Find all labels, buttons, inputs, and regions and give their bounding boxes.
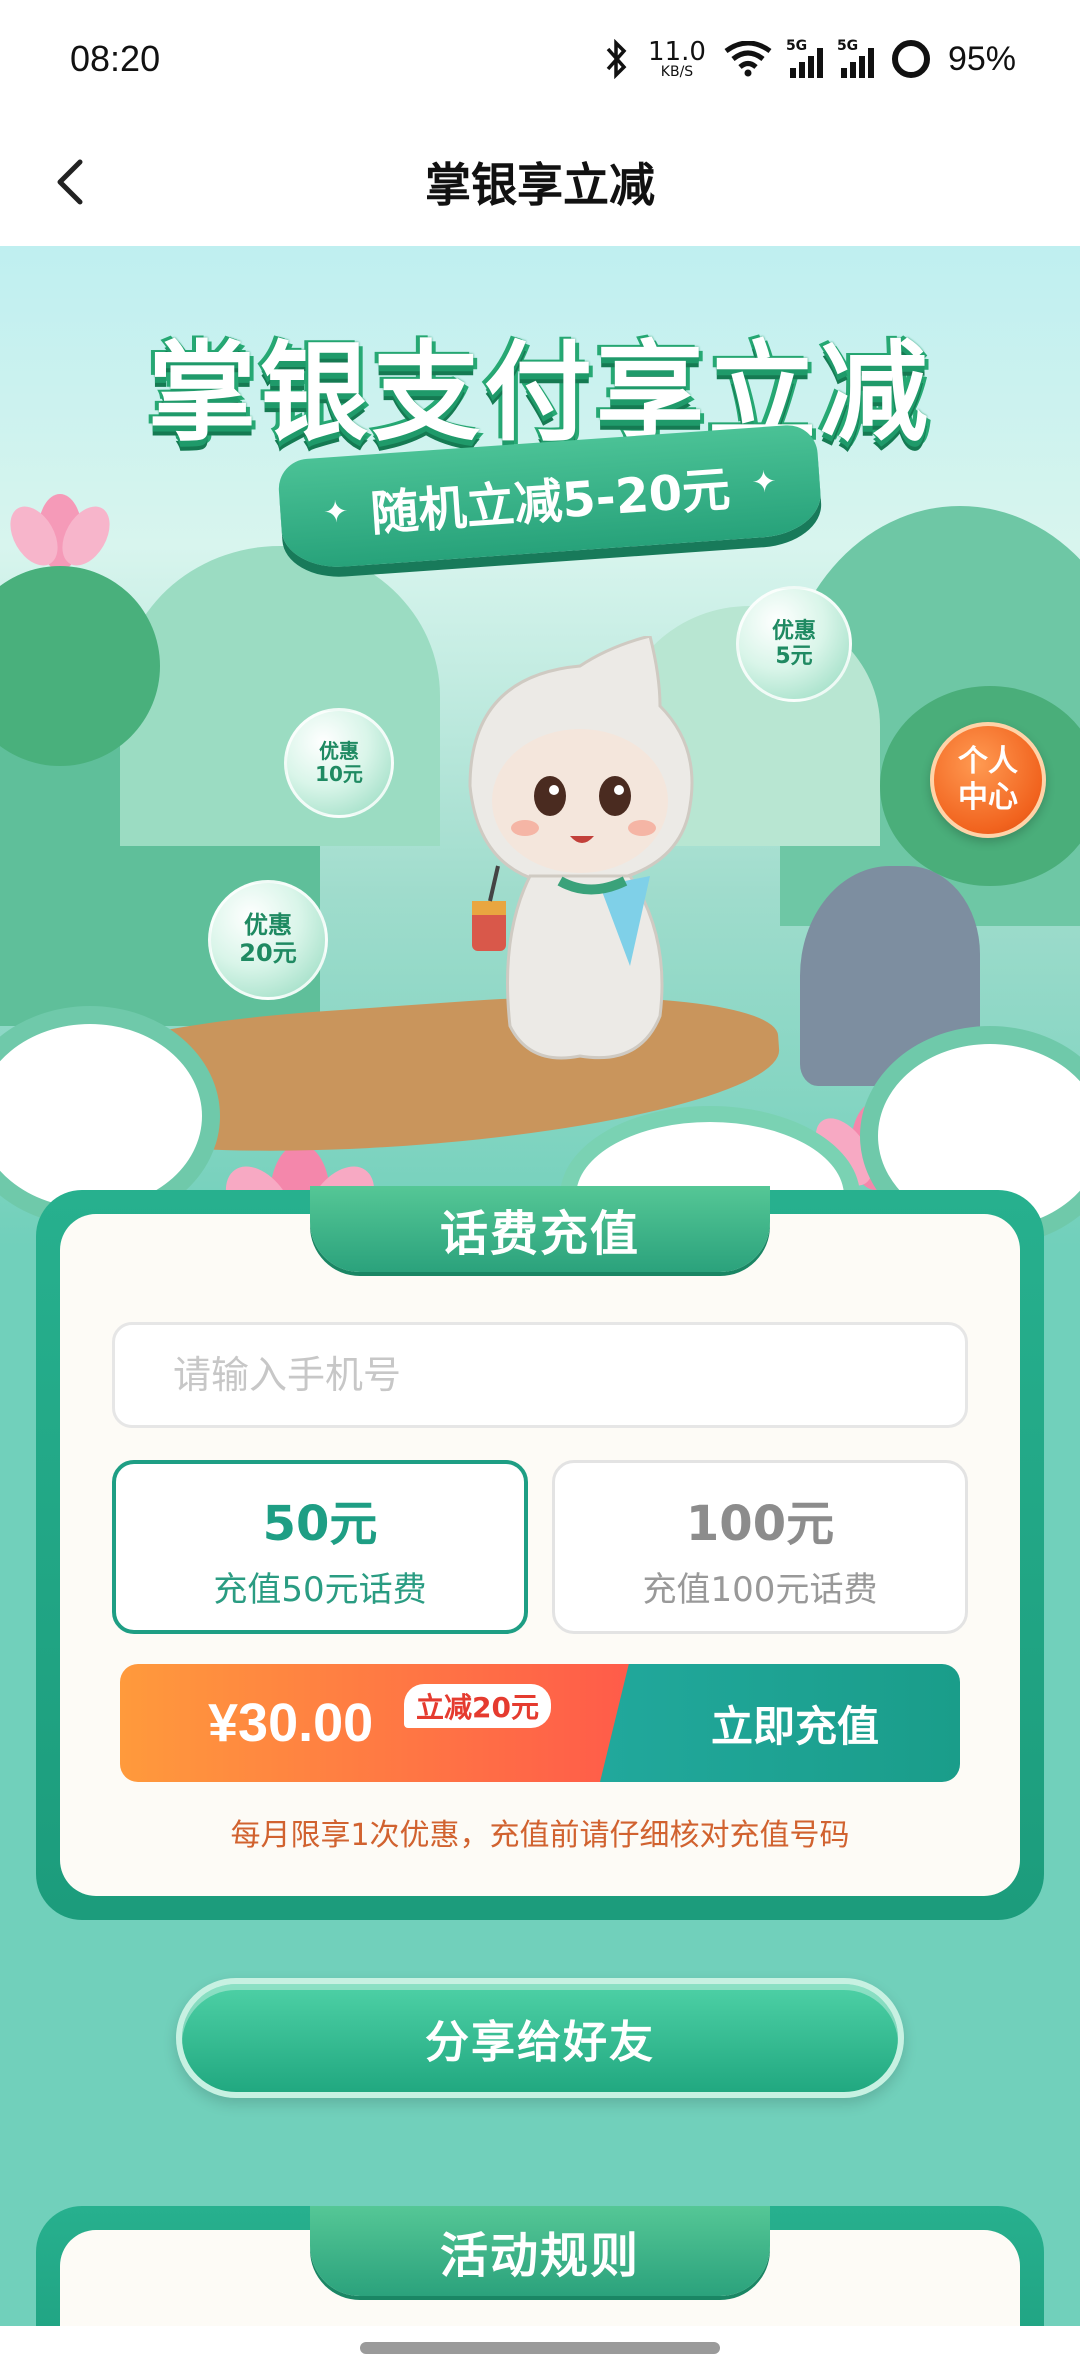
status-icons: 11.0 KB/S 5G 5G 95%	[604, 38, 1016, 79]
personal-center-label: 中心	[958, 780, 1018, 815]
hero-banner: 掌银支付享立减 ✦ 随机立减5-20元 ✦ 优惠 5元 优惠 10元 优惠 20…	[0, 246, 1080, 1246]
recharge-now-button[interactable]: 立即充值	[600, 1664, 960, 1782]
bubble-value: 5元	[775, 644, 813, 669]
personal-center-button[interactable]: 个人 中心	[930, 722, 1046, 838]
sparkle-icon: ✦	[322, 493, 350, 531]
bubble-label: 优惠	[244, 911, 292, 940]
recharge-notice: 每月限享1次优惠，充值前请仔细核对充值号码	[230, 1818, 850, 1853]
coupon-bubble-10: 优惠 10元	[284, 708, 394, 818]
signal-icon-sim2: 5G	[837, 38, 874, 78]
network-speed: 11.0 KB/S	[648, 39, 706, 79]
option-amount: 50元	[262, 1495, 378, 1552]
coupon-bubble-5: 优惠 5元	[736, 586, 852, 702]
hero-title: 掌银支付享立减	[147, 332, 932, 453]
recharge-section-title: 话费充值	[310, 1186, 770, 1272]
price-area: ¥30.00 立减20元	[120, 1664, 640, 1782]
signal-tag: 5G	[836, 38, 859, 54]
signal-tag: 5G	[785, 38, 808, 54]
back-arrow-icon[interactable]	[46, 156, 98, 208]
battery-icon	[891, 40, 930, 78]
option-amount: 100元	[685, 1495, 835, 1552]
status-bar: 08:20 11.0 KB/S 5G 5G 95%	[0, 0, 1080, 118]
lotus-flower-icon	[10, 494, 110, 570]
signal-icon-sim1: 5G	[786, 38, 823, 78]
network-speed-value: 11.0	[648, 37, 706, 67]
bubble-value: 20元	[239, 939, 297, 967]
network-speed-unit: KB/S	[660, 64, 694, 80]
recharge-option-50[interactable]: 50元 充值50元话费	[112, 1460, 528, 1634]
recharge-option-100[interactable]: 100元 充值100元话费	[552, 1460, 968, 1634]
option-description: 充值100元话费	[642, 1569, 878, 1610]
home-indicator[interactable]	[360, 2342, 720, 2354]
option-description: 充值50元话费	[213, 1569, 427, 1610]
rules-section-title: 活动规则	[310, 2206, 770, 2296]
page-title: 掌银享立减	[425, 158, 655, 212]
mountain-decoration	[120, 546, 440, 846]
bubble-label: 优惠	[319, 739, 359, 763]
ribbon-text: 随机立减5-20元	[368, 461, 732, 543]
bluetooth-icon	[606, 39, 627, 79]
coupon-bubble-20: 优惠 20元	[208, 880, 328, 1000]
phone-number-input[interactable]	[112, 1322, 968, 1428]
battery-percent: 95%	[947, 39, 1016, 78]
discount-badge: 立减20元	[404, 1684, 551, 1728]
bubble-value: 10元	[315, 762, 363, 786]
personal-center-label: 个人	[958, 744, 1018, 779]
bubble-label: 优惠	[771, 618, 816, 644]
share-to-friends-button[interactable]: 分享给好友	[176, 1978, 904, 2098]
wifi-icon	[724, 41, 772, 77]
nav-bar: 掌银享立减	[0, 118, 1080, 246]
payment-bar: ¥30.00 立减20元 立即充值	[120, 1664, 960, 1782]
status-time: 08:20	[70, 38, 161, 79]
price-value: ¥30.00	[208, 1693, 374, 1753]
sparkle-icon: ✦	[750, 463, 778, 501]
mascot-illustration	[468, 636, 694, 1060]
